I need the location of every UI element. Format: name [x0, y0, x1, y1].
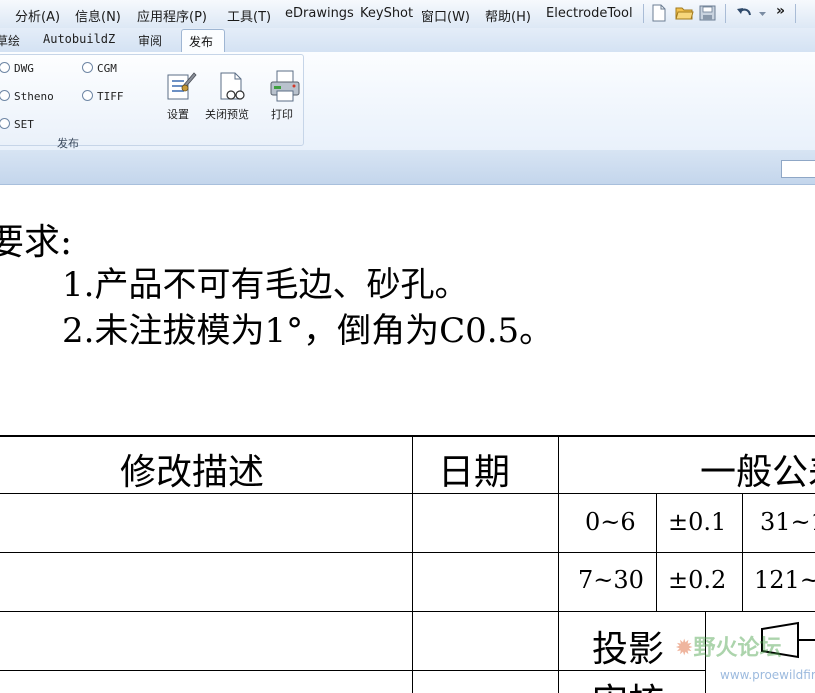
format-set-radio[interactable]: SET — [0, 118, 34, 131]
format-dwg-radio[interactable]: DWG — [0, 62, 34, 75]
tab-publish[interactable]: 发布 — [181, 29, 225, 52]
format-cgm-radio[interactable]: CGM — [82, 62, 117, 75]
tolerance-range-2: 121~ — [754, 566, 815, 594]
tab-sketch[interactable]: 草绘 — [0, 32, 20, 49]
menu-bar: 分析(A) 信息(N) 应用程序(P) 工具(T) eDrawings KeyS… — [0, 0, 815, 29]
menu-keyshot[interactable]: KeyShot — [360, 6, 413, 21]
tab-autobuildz[interactable]: AutobuildZ — [43, 32, 115, 46]
radio-dot — [0, 90, 10, 101]
settings-document-icon — [167, 72, 197, 100]
save-icon[interactable] — [699, 4, 716, 22]
table-col-line — [558, 435, 559, 693]
publish-group: DWG Stheno SET CGM TIFF 设置 关闭预览 打印 发布 — [0, 54, 304, 150]
ribbon-tab-strip: 草绘 AutobuildZ 审阅 发布 — [0, 28, 815, 52]
toolbar-separator — [643, 4, 644, 23]
menu-info[interactable]: 信息(N) — [75, 6, 121, 25]
forum-watermark: ✹野火论坛 — [675, 636, 782, 661]
table-row-line — [0, 611, 815, 612]
tolerance-range: 0~6 — [585, 508, 636, 536]
close-preview-icon — [220, 72, 245, 100]
application-window: 分析(A) 信息(N) 应用程序(P) 工具(T) eDrawings KeyS… — [0, 0, 815, 693]
overflow-menu-button[interactable]: » — [776, 3, 785, 19]
menu-analysis[interactable]: 分析(A) — [15, 6, 60, 25]
drawing-canvas[interactable]: 要求: 1.产品不可有毛边、砂孔。 2.未注拔模为1°，倒角为C0.5。 修改描… — [0, 185, 815, 693]
new-document-icon[interactable] — [651, 4, 667, 22]
format-tiff-radio[interactable]: TIFF — [82, 90, 124, 103]
settings-button[interactable]: 设置 — [163, 69, 199, 129]
menu-help[interactable]: 帮助(H) — [485, 6, 531, 25]
close-preview-button[interactable]: 关闭预览 — [205, 69, 261, 129]
toolbar-separator — [795, 4, 796, 23]
radio-dot — [0, 62, 10, 73]
bottom-row-label: 审核 — [592, 673, 664, 693]
ribbon-panel: DWG Stheno SET CGM TIFF 设置 关闭预览 打印 发布 — [0, 52, 815, 151]
tab-review[interactable]: 审阅 — [138, 32, 162, 49]
toolbar-input-box[interactable] — [781, 160, 815, 178]
table-col-line — [656, 493, 657, 611]
tolerance-value: ±0.1 — [668, 508, 727, 536]
tolerance-range-2: 31~1 — [760, 508, 815, 536]
projection-label: 投影 — [592, 629, 665, 670]
watermark-flame-icon: ✹ — [675, 636, 694, 661]
menu-electrodetool[interactable]: ElectrodeTool — [546, 6, 633, 21]
table-row-line — [0, 552, 815, 553]
toolbar-separator — [725, 4, 726, 23]
menu-applications[interactable]: 应用程序(P) — [137, 6, 207, 25]
menu-tools[interactable]: 工具(T) — [227, 6, 271, 25]
radio-dot — [82, 90, 93, 101]
tolerance-value: ±0.2 — [668, 566, 727, 594]
chevron-down-icon[interactable] — [758, 4, 767, 22]
tab-publish-label: 发布 — [189, 35, 214, 49]
publish-group-label: 发布 — [57, 137, 79, 150]
format-stheno-radio[interactable]: Stheno — [0, 90, 54, 103]
print-button[interactable]: 打印 — [267, 69, 303, 129]
menu-window[interactable]: 窗口(W) — [421, 6, 470, 25]
header-date: 日期 — [438, 452, 511, 493]
header-revision-description: 修改描述 — [120, 452, 265, 493]
watermark-url: www.proewildfire.cn — [720, 668, 815, 682]
printer-icon — [270, 70, 300, 102]
tolerance-range: 7~30 — [578, 566, 644, 594]
header-general-tolerance: 一般公差 — [700, 452, 815, 493]
graphics-toolbar — [0, 150, 815, 185]
radio-dot — [0, 118, 10, 129]
requirement-item-1: 1.产品不可有毛边、砂孔。 — [62, 265, 469, 305]
table-col-line — [412, 435, 413, 693]
radio-dot — [82, 62, 93, 73]
open-folder-icon[interactable] — [675, 4, 694, 22]
table-border-top — [0, 435, 815, 437]
requirement-item-2: 2.未注拔模为1°，倒角为C0.5。 — [62, 311, 554, 351]
table-col-line — [742, 493, 743, 611]
undo-icon[interactable] — [735, 4, 753, 22]
menu-edrawings[interactable]: eDrawings — [285, 6, 354, 21]
